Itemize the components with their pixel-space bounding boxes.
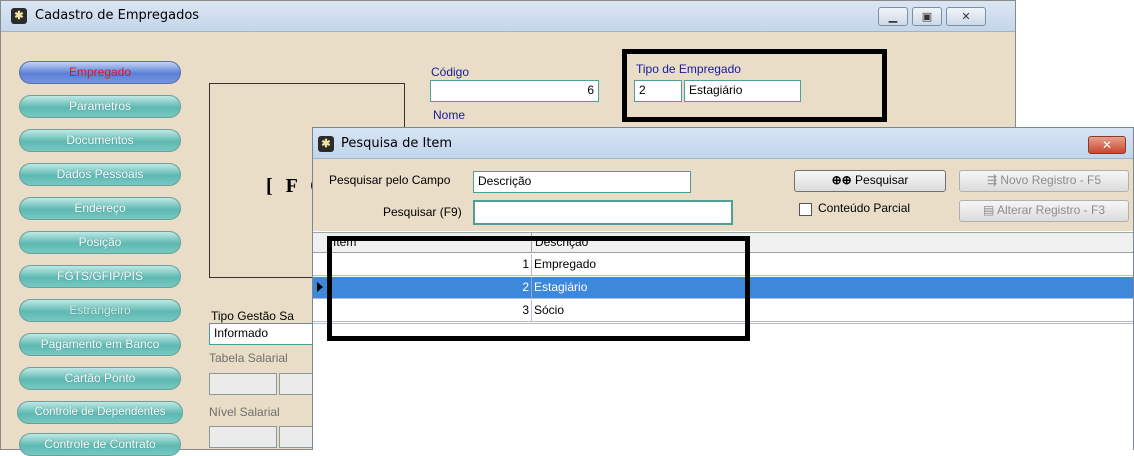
dialog-titlebar[interactable]: ✱ Pesquisa de Item ✕ [313, 128, 1133, 159]
nivel-salarial-input-1[interactable] [209, 426, 277, 448]
sidebar-item-contrato[interactable]: Controle de Contrato [19, 433, 181, 456]
sidebar-item-cartao-ponto[interactable]: Cartão Ponto [19, 367, 181, 390]
sidebar-item-endereco[interactable]: Endereço [19, 197, 181, 220]
binoculars-icon: ⊕⊕ [831, 173, 852, 187]
sidebar-item-dependentes[interactable]: Controle de Dependentes [17, 401, 183, 424]
minimize-button[interactable]: ▁ [878, 7, 908, 26]
nome-label: Nome [433, 108, 466, 122]
close-icon: ✕ [1101, 138, 1113, 152]
tipo-gestao-label: Tipo Gestão Sa [211, 309, 294, 323]
sidebar-item-posicao[interactable]: Posição [19, 231, 181, 254]
dialog-app-icon: ✱ [318, 136, 334, 152]
alterar-registro-button[interactable]: ▤ Alterar Registro - F3 [959, 200, 1129, 222]
search-dialog: ✱ Pesquisa de Item ✕ Pesquisar pelo Camp… [312, 127, 1134, 451]
main-titlebar[interactable]: ✱ Cadastro de Empregados ▁ ▣ ✕ [1, 1, 1015, 32]
pesquisar-f9-input[interactable] [473, 200, 733, 225]
novo-registro-button[interactable]: ⇶ Novo Registro - F5 [959, 170, 1129, 192]
pesquisar-button-label: Pesquisar [855, 173, 909, 187]
pesquisar-button[interactable]: ⊕⊕ Pesquisar [794, 170, 946, 192]
conteudo-parcial-label: Conteúdo Parcial [818, 201, 911, 215]
close-icon: ✕ [961, 10, 971, 23]
sidebar-item-parametros[interactable]: Parametros [19, 95, 181, 118]
conteudo-parcial-checkbox[interactable] [799, 203, 812, 216]
minimize-icon: ▁ [888, 10, 898, 23]
nivel-salarial-label: Nível Salarial [209, 405, 280, 419]
sidebar-item-fgts[interactable]: FGTS/GFIP/PIS [19, 265, 181, 288]
edit-record-icon: ▤ [982, 203, 995, 217]
tabela-salarial-input-1[interactable] [209, 373, 277, 395]
row-indicator-icon [317, 282, 323, 292]
dialog-title: Pesquisa de Item [341, 136, 453, 151]
dialog-close-button[interactable]: ✕ [1088, 136, 1126, 154]
maximize-button[interactable]: ▣ [912, 7, 942, 26]
novo-registro-label: Novo Registro - F5 [1000, 173, 1102, 187]
sidebar-item-estrangeiro[interactable]: Estrangeiro [19, 299, 181, 322]
pesquisar-campo-select[interactable]: Descrição [473, 171, 691, 193]
codigo-input[interactable]: 6 [430, 80, 599, 102]
app-icon: ✱ [11, 8, 27, 24]
alterar-registro-label: Alterar Registro - F3 [996, 203, 1106, 217]
window-title: Cadastro de Empregados [35, 8, 200, 23]
sidebar-item-pagamento-banco[interactable]: Pagamento em Banco [19, 333, 181, 356]
tabela-salarial-label: Tabela Salarial [209, 351, 288, 365]
sidebar-item-documentos[interactable]: Documentos [19, 129, 181, 152]
sidebar-item-dados-pessoais[interactable]: Dados Pessoais [19, 163, 181, 186]
annotation-highlight-box [622, 49, 887, 122]
codigo-label: Código [431, 65, 470, 79]
tipo-gestao-select[interactable]: Informado [209, 323, 319, 345]
add-record-icon: ⇶ [986, 173, 997, 187]
pesquisar-campo-label: Pesquisar pelo Campo [329, 173, 451, 187]
pesquisar-f9-label: Pesquisar (F9) [383, 205, 462, 219]
maximize-icon: ▣ [921, 10, 933, 23]
dialog-search-panel: Pesquisar pelo Campo Descrição Pesquisar… [313, 159, 1133, 231]
close-button[interactable]: ✕ [946, 7, 986, 26]
sidebar-item-empregado[interactable]: Empregado [19, 61, 181, 84]
annotation-highlight-box-grid [327, 236, 750, 341]
